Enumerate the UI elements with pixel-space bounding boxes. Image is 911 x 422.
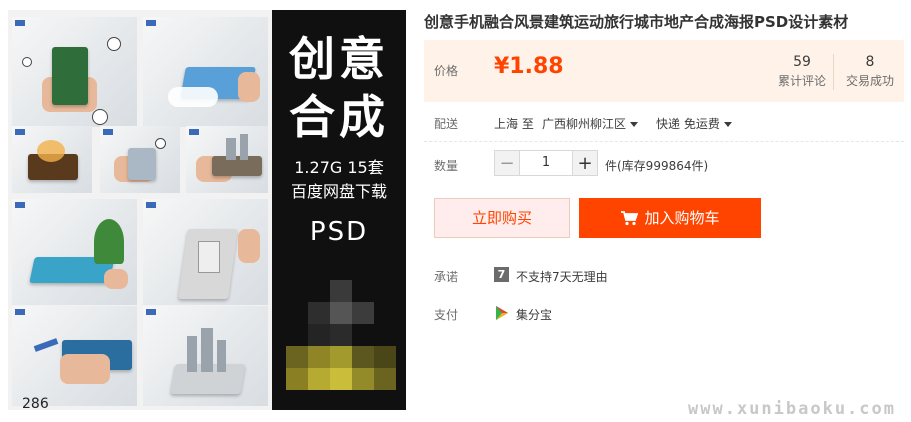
chevron-down-icon (630, 122, 639, 127)
collage-thumb (100, 126, 180, 193)
image-index: 286 (22, 396, 49, 412)
promise-label: 承诺 (434, 270, 459, 284)
collage-thumb (12, 17, 137, 127)
add-to-cart-label: 加入购物车 (644, 209, 720, 227)
promo-banner: 创意 合成 1.27G 15套 百度网盘下载 PSD (272, 10, 406, 410)
payment-method: 集分宝 (516, 308, 553, 322)
delivery-from: 上海 至 (494, 117, 534, 131)
shipping-method: 快递 免运费 (656, 117, 720, 131)
reviews-count: 59 (793, 54, 811, 70)
banner-size: 1.27G 15套 (294, 158, 384, 177)
section-divider (424, 141, 904, 143)
delivery-label: 配送 (434, 117, 459, 131)
price-label: 价格 (434, 64, 459, 78)
quantity-decrease-button[interactable]: − (494, 150, 520, 176)
banner-download: 百度网盘下载 (290, 182, 387, 201)
deals-count: 8 (865, 54, 875, 70)
collage-thumb (186, 126, 268, 193)
deals-label: 交易成功 (845, 74, 894, 88)
seven-day-icon: 7 (494, 267, 509, 282)
stat-divider (833, 54, 834, 90)
deals-stat: 8 交易成功 (842, 54, 898, 89)
promise-text: 不支持7天无理由 (516, 270, 608, 284)
site-watermark: www.xunibaoku.com (688, 399, 896, 419)
collage-thumb (143, 306, 268, 406)
quantity-label: 数量 (434, 159, 459, 173)
cart-icon (620, 201, 639, 241)
collage-thumb (143, 199, 268, 305)
stock-info: 件(库存999864件) (605, 159, 709, 173)
add-to-cart-button[interactable]: 加入购物车 (579, 198, 761, 238)
banner-format: PSD (309, 217, 369, 247)
collage-thumb (12, 306, 137, 406)
collage-thumb (12, 199, 137, 305)
banner-title-line1: 创意 (289, 32, 389, 86)
shipping-method-select[interactable]: 快递 免运费 (656, 115, 732, 132)
payment-label: 支付 (434, 308, 459, 322)
product-title: 创意手机融合风景建筑运动旅行城市地产合成海报PSD设计素材 (424, 13, 849, 31)
collage-thumb (143, 17, 268, 127)
reviews-stat[interactable]: 59 累计评论 (776, 54, 828, 89)
collage-thumb (12, 126, 92, 193)
quantity-input[interactable]: 1 (520, 150, 572, 176)
pixelated-block (286, 270, 396, 400)
delivery-destination-select[interactable]: 广西柳州柳江区 (542, 115, 639, 132)
banner-title-line2: 合成 (289, 90, 389, 144)
chevron-down-icon (723, 122, 732, 127)
reviews-label: 累计评论 (777, 74, 826, 88)
price-panel: 价格 ¥1.88 59 累计评论 8 交易成功 (424, 40, 904, 102)
buy-now-button[interactable]: 立即购买 (434, 198, 570, 238)
jifenbao-icon (494, 305, 510, 321)
quantity-increase-button[interactable]: + (572, 150, 598, 176)
delivery-destination: 广西柳州柳江区 (542, 117, 627, 131)
price-value: ¥1.88 (494, 54, 564, 79)
